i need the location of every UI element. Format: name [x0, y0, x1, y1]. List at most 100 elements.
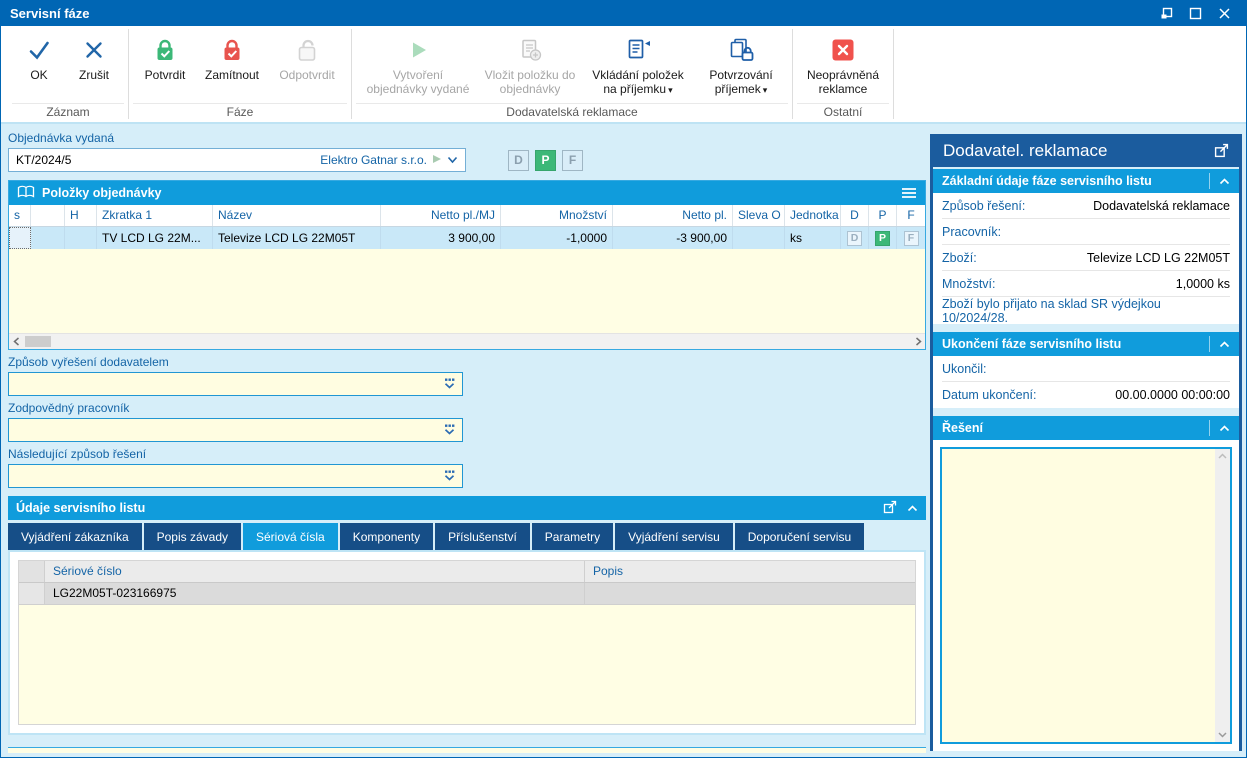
- dock-window-icon[interactable]: [1160, 7, 1173, 20]
- create-order-label: Vytvoření objednávky vydané: [361, 68, 475, 96]
- open-record-play-icon[interactable]: [432, 153, 442, 167]
- order-supplier[interactable]: Elektro Gatnar s.r.o.: [320, 153, 458, 167]
- scrollbar-thumb[interactable]: [25, 336, 51, 347]
- popout-icon[interactable]: [883, 500, 897, 517]
- supplier-resolution-combo[interactable]: [8, 372, 463, 396]
- col-header-p[interactable]: P: [869, 205, 897, 226]
- scroll-down-icon[interactable]: [1215, 728, 1230, 742]
- next-resolution-combo[interactable]: [8, 464, 463, 488]
- lock-check-green-icon: [152, 32, 178, 68]
- close-icon[interactable]: [1218, 7, 1231, 20]
- document-plus-icon: [517, 32, 543, 68]
- col-header-zkratka[interactable]: Zkratka 1: [97, 205, 213, 226]
- col-header-netto[interactable]: Netto pl.: [613, 205, 733, 226]
- col-header-sleva[interactable]: Sleva O: [733, 205, 785, 226]
- group-label-zaznam: Záznam: [12, 103, 124, 122]
- collapse-chevron-icon[interactable]: [1219, 421, 1230, 435]
- cancel-x-icon: [81, 32, 107, 68]
- row-mnozstvi: -1,0000: [501, 227, 613, 249]
- confirm-receipts-button[interactable]: Potvrzování příjemek▾: [695, 29, 787, 103]
- col-header-netto-mj[interactable]: Netto pl./MJ: [381, 205, 501, 226]
- resolution-vertical-scrollbar[interactable]: [1215, 449, 1230, 742]
- col-header-popis[interactable]: Popis: [585, 561, 915, 582]
- confirm-button[interactable]: Potvrdit: [134, 29, 196, 103]
- serial-popis-value: [585, 583, 915, 604]
- flag-f[interactable]: F: [562, 150, 583, 171]
- scroll-right-icon[interactable]: [911, 334, 925, 349]
- popout-icon[interactable]: [1214, 143, 1229, 158]
- unauthorized-complaint-button[interactable]: Neoprávněná reklamce: [798, 29, 888, 103]
- red-x-box-icon: [830, 32, 856, 68]
- ok-button[interactable]: OK: [13, 29, 65, 103]
- row-select-cell[interactable]: [9, 227, 31, 249]
- hamburger-menu-icon[interactable]: [901, 187, 917, 199]
- row-h-cell: [65, 227, 97, 249]
- tab-vyjadreni-zakaznika[interactable]: Vyjádření zákazníka: [8, 523, 142, 550]
- cancel-button[interactable]: Zrušit: [65, 29, 123, 103]
- tab-popis-zavady[interactable]: Popis závady: [144, 523, 241, 550]
- collapse-chevron-icon[interactable]: [1219, 337, 1230, 351]
- resolution-title: Řešení: [942, 421, 983, 435]
- service-sheet-header: Údaje servisního listu: [8, 496, 926, 520]
- sidebar-title: Dodavatel. reklamace: [943, 141, 1107, 161]
- items-horizontal-scrollbar[interactable]: [9, 333, 925, 349]
- supplier-complaint-sidebar: Dodavatel. reklamace Základní údaje fáze…: [930, 134, 1242, 751]
- col-header-h[interactable]: H: [65, 205, 97, 226]
- tab-vyjadreni-servisu[interactable]: Vyjádření servisu: [615, 523, 733, 550]
- info-row-zpusob-reseni: Způsob řešení: Dodavatelská reklamace: [942, 193, 1230, 219]
- row-netto: -3 900,00: [613, 227, 733, 249]
- ribbon-separator: [351, 29, 352, 119]
- order-row: KT/2024/5 Elektro Gatnar s.r.o. D P F: [8, 148, 926, 172]
- col-header-mnozstvi[interactable]: Množství: [501, 205, 613, 226]
- scroll-left-icon[interactable]: [9, 334, 23, 349]
- ok-check-icon: [26, 32, 52, 68]
- resolution-textarea[interactable]: [940, 447, 1232, 744]
- info-row-pracovnik: Pracovník:: [942, 219, 1230, 245]
- responsible-worker-combo[interactable]: [8, 418, 463, 442]
- basic-phase-section-header: Základní údaje fáze servisního listu: [933, 169, 1239, 193]
- row-nazev: Televize LCD LG 22M05T: [213, 227, 381, 249]
- info-row-mnozstvi: Množství: 1,0000 ks: [942, 271, 1230, 297]
- serial-table-header: Sériové číslo Popis: [19, 561, 915, 583]
- col-header-d[interactable]: D: [841, 205, 869, 226]
- ribbon-group-ostatni: Neoprávněná reklamce Ostatní: [794, 26, 892, 122]
- flag-d[interactable]: D: [508, 150, 529, 171]
- phase-flags: D P F: [508, 150, 583, 171]
- order-dropdown-chevron-icon[interactable]: [447, 153, 458, 167]
- col-header-nazev[interactable]: Název: [213, 205, 381, 226]
- serial-numbers-tab-content: Sériové číslo Popis LG22M05T-023166975: [8, 550, 926, 735]
- dropdown-arrow-icon: ▾: [763, 85, 768, 95]
- col-header-f[interactable]: F: [897, 205, 925, 226]
- collapse-chevron-icon[interactable]: [1219, 174, 1230, 188]
- insert-items-receipt-button[interactable]: Vkládání položek na příjemku▾: [581, 29, 695, 103]
- reject-label: Zamítnout: [205, 68, 259, 82]
- tab-komponenty[interactable]: Komponenty: [340, 523, 433, 550]
- table-row[interactable]: LG22M05T-023166975: [19, 583, 915, 605]
- scroll-up-icon[interactable]: [1215, 449, 1230, 463]
- col-header-s[interactable]: s: [9, 205, 31, 226]
- col-header-blank[interactable]: [31, 205, 65, 226]
- document-arrow-icon: [624, 32, 652, 68]
- col-header-serial[interactable]: Sériové číslo: [45, 561, 585, 582]
- order-input[interactable]: KT/2024/5 Elektro Gatnar s.r.o.: [8, 148, 466, 172]
- titlebar: Servisní fáze: [1, 1, 1246, 26]
- ribbon-separator: [893, 29, 894, 119]
- maximize-icon[interactable]: [1189, 7, 1202, 20]
- collapse-chevron-icon[interactable]: [907, 501, 918, 515]
- col-header-jednotka[interactable]: Jednotka: [785, 205, 841, 226]
- reject-button[interactable]: Zamítnout: [196, 29, 268, 103]
- tab-seriova-cisla[interactable]: Sériová čísla: [243, 523, 338, 550]
- ribbon-group-faze: Potvrdit Zamítnout Odpotvrdit Fáze: [130, 26, 350, 122]
- combo-dropdown-icon: [443, 424, 456, 437]
- tab-prislusenstvi[interactable]: Příslušenství: [435, 523, 530, 550]
- ribbon-toolbar: OK Zrušit Záznam Potvrdit Zamítnout: [1, 26, 1246, 124]
- row-flag-f: F: [904, 231, 919, 246]
- order-label: Objednávka vydaná: [8, 131, 926, 148]
- tab-doporuceni-servisu[interactable]: Doporučení servisu: [735, 523, 864, 550]
- tab-parametry[interactable]: Parametry: [532, 523, 613, 550]
- flag-p[interactable]: P: [535, 150, 556, 171]
- supplier-resolution-label: Způsob vyřešení dodavatelem: [8, 355, 926, 371]
- basic-phase-section: Základní údaje fáze servisního listu Způ…: [933, 169, 1239, 324]
- table-row[interactable]: TV LCD LG 22M... Televize LCD LG 22M05T …: [9, 227, 925, 249]
- lock-open-gray-icon: [294, 32, 320, 68]
